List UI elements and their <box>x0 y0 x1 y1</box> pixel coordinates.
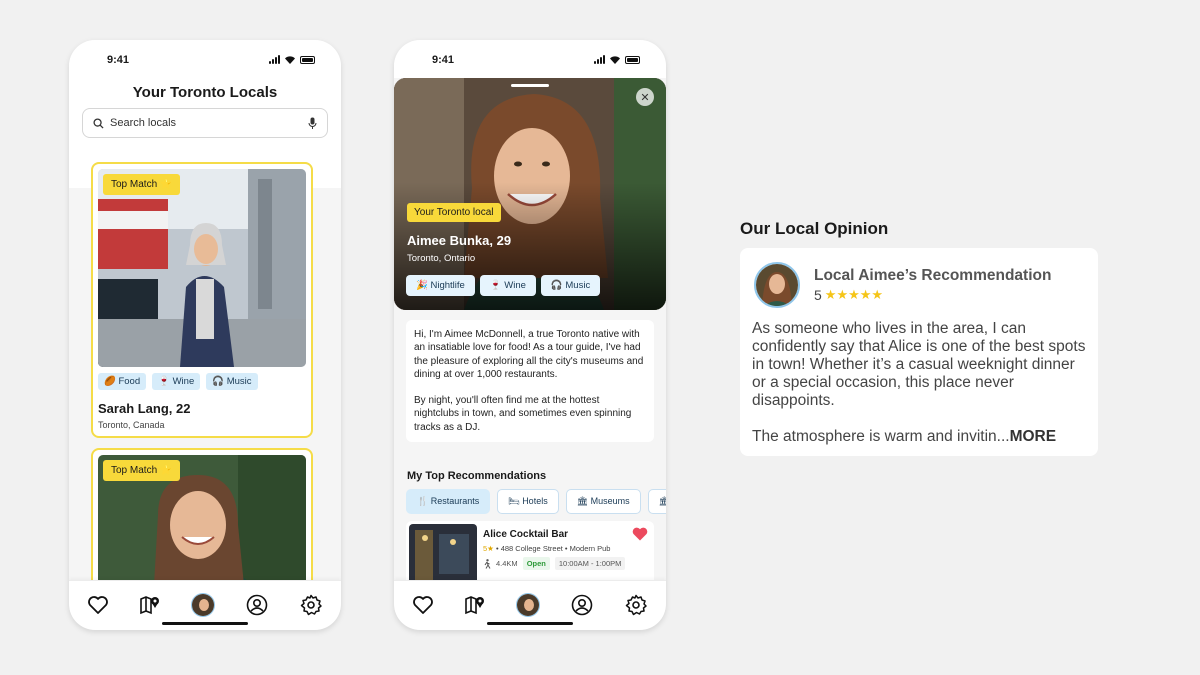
bio-text: Hi, I'm Aimee McDonnell, a true Toronto … <box>406 320 654 443</box>
avatar[interactable] <box>516 593 540 617</box>
status-bar: 9:41 <box>394 40 666 78</box>
opening-hours: 10:00AM - 1:00PM <box>554 557 626 570</box>
gear-icon[interactable] <box>299 593 323 617</box>
phone-screen-locals-list: 9:41 Your Toronto Locals Search locals T… <box>69 40 341 630</box>
status-time: 9:41 <box>432 54 455 66</box>
local-badge: Your Toronto local <box>407 203 501 222</box>
opinion-card: Local Aimee’s Recommendation 5 ★★★★★ As … <box>740 248 1098 456</box>
place-address: • 488 College Street • Modern Pub <box>493 544 611 553</box>
place-info-row: 4.4KM Open 10:00AM - 1:00PM <box>483 557 626 570</box>
status-icons <box>269 55 315 64</box>
local-location: Toronto, Ontario <box>407 253 476 264</box>
gear-icon[interactable] <box>624 593 648 617</box>
tag-wine[interactable]: 🍷 Wine <box>479 275 536 296</box>
place-meta: 5★ • 488 College Street • Modern Pub <box>483 544 610 553</box>
walk-icon <box>484 558 491 569</box>
rating-value: 5 <box>814 287 822 303</box>
local-card-sarah[interactable]: Top Match ⭐ 🏉 Food 🍷 Wine 🎧 Music Sarah … <box>91 162 313 438</box>
tab-museums-label: Museums <box>590 496 630 506</box>
avatar[interactable] <box>191 593 215 617</box>
tag-music: 🎧 Music <box>206 373 258 390</box>
bottom-tab-bar <box>394 580 666 630</box>
top-match-badge: Top Match ⭐ <box>103 460 181 481</box>
opinion-heading: Our Local Opinion <box>740 219 889 238</box>
bottom-tab-bar <box>69 580 341 630</box>
avatar <box>754 262 800 308</box>
recommendation-paragraph-1: As someone who lives in the area, I can … <box>752 320 1086 409</box>
more-link[interactable]: MORE <box>1010 428 1057 445</box>
tab-hotels[interactable]: 🛏 Hotels <box>497 489 559 514</box>
signal-icon <box>269 55 280 64</box>
interest-tags: 🎉 Nightlife 🍷 Wine 🎧 Music <box>406 275 601 296</box>
top-match-badge: Top Match ⭐ <box>103 174 181 195</box>
rating: 5 ★★★★★ <box>814 287 883 303</box>
page-title: Your Toronto Locals <box>132 84 278 101</box>
user-circle-icon[interactable] <box>570 593 594 617</box>
status-icons <box>594 55 640 64</box>
home-indicator <box>162 622 248 625</box>
signal-icon <box>594 55 605 64</box>
street-photo-illustration <box>98 169 306 367</box>
wifi-icon <box>285 56 295 64</box>
tag-food: 🏉 Food <box>98 373 147 390</box>
map-pin-icon[interactable] <box>463 593 487 617</box>
recommendation-excerpt: The atmosphere is warm and invitin... <box>752 428 1010 445</box>
phone-screen-local-profile: 9:41 ✕ Your Toronto local Aimee Bunka, 2… <box>394 40 666 630</box>
local-name: Sarah Lang, 22 <box>98 401 191 416</box>
map-pin-icon[interactable] <box>138 593 162 617</box>
tab-museums[interactable]: 🏛 Museums <box>565 489 641 514</box>
place-rating: 5★ <box>483 544 494 553</box>
tab-more[interactable]: 🏛 <box>647 489 666 514</box>
search-icon <box>93 117 104 129</box>
tab-restaurants-label: Restaurants <box>430 496 480 506</box>
tab-hotels-label: Hotels <box>522 496 548 506</box>
recommendation-paragraph-2: The atmosphere is warm and invitin...MOR… <box>752 428 1092 446</box>
user-circle-icon[interactable] <box>245 593 269 617</box>
microphone-icon[interactable] <box>308 117 317 130</box>
recommendations-heading: My Top Recommendations <box>407 470 547 482</box>
home-indicator <box>487 622 573 625</box>
heart-icon[interactable] <box>411 593 435 617</box>
search-input[interactable] <box>110 117 308 129</box>
interest-tags: 🏉 Food 🍷 Wine 🎧 Music <box>98 373 258 390</box>
place-distance: 4.4KM <box>496 559 518 568</box>
wifi-icon <box>610 56 620 64</box>
tag-wine: 🍷 Wine <box>152 373 201 390</box>
recommendation-tabs: 🍴 Restaurants 🛏 Hotels 🏛 Museums 🏛 <box>406 489 666 514</box>
tab-restaurants[interactable]: 🍴 Restaurants <box>406 489 491 514</box>
recommendation-text: As someone who lives in the area, I can … <box>752 320 1092 446</box>
search-bar[interactable] <box>82 108 328 138</box>
tag-nightlife[interactable]: 🎉 Nightlife <box>406 275 475 296</box>
status-time: 9:41 <box>107 54 130 66</box>
place-photo <box>409 524 477 588</box>
open-status: Open <box>522 557 550 570</box>
star-icon: ★★★★★ <box>824 287 884 302</box>
bio-paragraph-2: By night, you'll often find me at the ho… <box>414 395 632 433</box>
tag-music[interactable]: 🎧 Music <box>540 275 601 296</box>
profile-photo <box>98 169 306 367</box>
place-name: Alice Cocktail Bar <box>483 529 569 540</box>
status-bar: 9:41 <box>69 40 341 78</box>
heart-icon[interactable] <box>86 593 110 617</box>
battery-icon <box>300 56 315 64</box>
local-location: Toronto, Canada <box>98 420 165 430</box>
drag-handle[interactable] <box>511 84 549 87</box>
close-icon[interactable]: ✕ <box>636 88 654 106</box>
favorite-heart-icon[interactable] <box>632 527 648 541</box>
battery-icon <box>625 56 640 64</box>
bio-paragraph-1: Hi, I'm Aimee McDonnell, a true Toronto … <box>414 329 644 380</box>
recommendation-title: Local Aimee’s Recommendation <box>814 267 1052 284</box>
local-name: Aimee Bunka, 29 <box>407 233 512 248</box>
profile-hero: ✕ Your Toronto local Aimee Bunka, 29 Tor… <box>394 78 666 310</box>
